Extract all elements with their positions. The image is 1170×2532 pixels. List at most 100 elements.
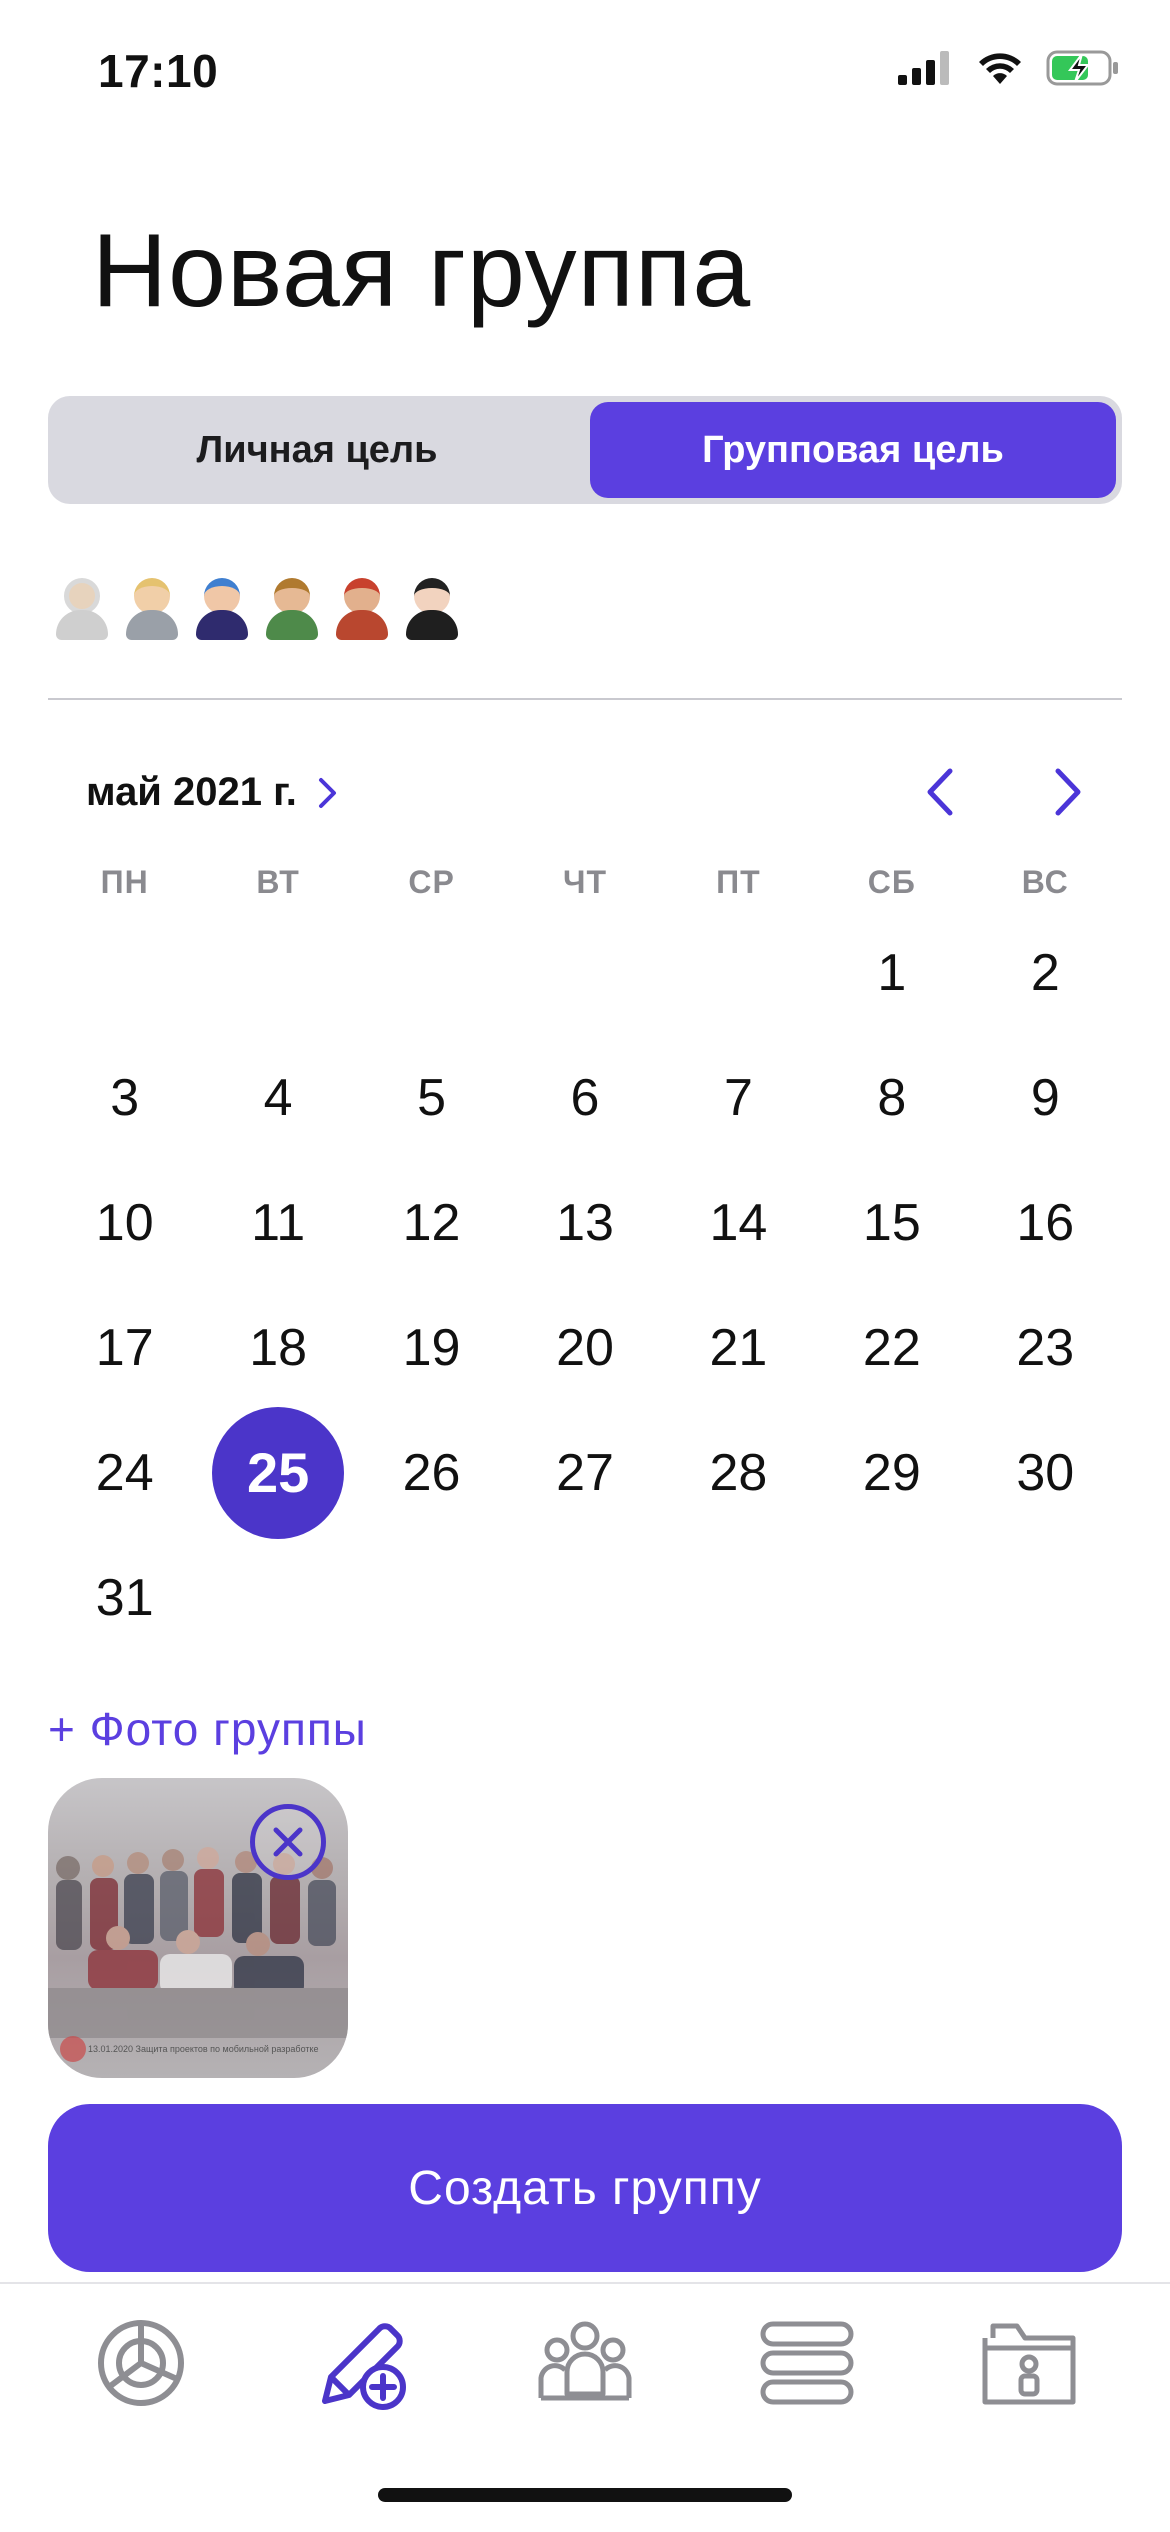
- calendar-day[interactable]: 23: [969, 1285, 1122, 1410]
- woman-avatar-icon[interactable]: [402, 570, 462, 640]
- tabbar-divider: [0, 2282, 1170, 2284]
- calendar-day-number: 8: [877, 1068, 907, 1127]
- calendar-day[interactable]: 24: [48, 1410, 201, 1535]
- calendar-day[interactable]: 4: [201, 1035, 354, 1160]
- screen: 17:10 Новая группа Личная цель Групповая…: [0, 0, 1170, 2532]
- calendar-day-number: 2: [1030, 943, 1060, 1002]
- calendar-day-number: 1: [877, 943, 907, 1002]
- calendar-day[interactable]: 11: [201, 1160, 354, 1285]
- people-group-icon: [538, 2321, 632, 2401]
- calendar-day-number: 19: [402, 1318, 461, 1377]
- calendar-day[interactable]: 22: [815, 1285, 968, 1410]
- tab-create-goal[interactable]: [303, 2308, 423, 2418]
- close-icon: [273, 1827, 303, 1857]
- calendar-day[interactable]: 6: [508, 1035, 661, 1160]
- calendar-day-number: 22: [862, 1318, 921, 1377]
- page-title: Новая группа: [92, 213, 752, 329]
- previous-month-button[interactable]: [918, 762, 962, 822]
- member-avatars: [52, 570, 462, 640]
- calendar-day[interactable]: 16: [969, 1160, 1122, 1285]
- calendar-day-number: 12: [402, 1193, 461, 1252]
- seal-icon: [60, 2036, 86, 2062]
- calendar-day-number: 26: [402, 1443, 461, 1502]
- tab-list[interactable]: [747, 2308, 867, 2418]
- calendar-day[interactable]: 12: [355, 1160, 508, 1285]
- calendar-day[interactable]: 26: [355, 1410, 508, 1535]
- create-group-button[interactable]: Создать группу: [48, 2104, 1122, 2272]
- calendar-day[interactable]: 17: [48, 1285, 201, 1410]
- calendar-day-number: 25: [212, 1406, 345, 1539]
- calendar-month-picker[interactable]: май 2021 г.: [86, 770, 339, 815]
- calendar-day-number: 27: [556, 1443, 614, 1502]
- firefighter-avatar-icon[interactable]: [332, 570, 392, 640]
- calendar-day-number: 7: [723, 1068, 753, 1127]
- farmer-avatar-icon[interactable]: [262, 570, 322, 640]
- calendar-day[interactable]: 7: [662, 1035, 815, 1160]
- calendar-day[interactable]: 31: [48, 1535, 201, 1660]
- chevron-left-icon: [927, 768, 953, 816]
- calendar-day[interactable]: 10: [48, 1160, 201, 1285]
- calendar-day-number: 20: [556, 1318, 614, 1377]
- calendar-day-selected[interactable]: 25: [201, 1406, 354, 1539]
- calendar-day-number: 11: [251, 1193, 306, 1252]
- remove-photo-button[interactable]: [250, 1804, 326, 1880]
- singer-avatar-icon[interactable]: [192, 570, 252, 640]
- calendar-day-number: 21: [709, 1318, 768, 1377]
- next-month-button[interactable]: [1046, 762, 1090, 822]
- calendar-day-number: 23: [1016, 1318, 1075, 1377]
- stack-list-icon: [760, 2321, 854, 2405]
- calendar-day[interactable]: 21: [662, 1285, 815, 1410]
- calendar-day[interactable]: 15: [815, 1160, 968, 1285]
- calendar-day-number: 29: [862, 1443, 921, 1502]
- calendar-weekdays: ПН ВТ СР ЧТ ПТ СБ ВС: [48, 864, 1122, 901]
- calendar-day-number: 5: [417, 1068, 447, 1127]
- status-icons: [898, 50, 1120, 86]
- calendar-day-number: 14: [709, 1193, 768, 1252]
- calendar-day[interactable]: 2: [969, 910, 1122, 1035]
- calendar-day[interactable]: 5: [355, 1035, 508, 1160]
- cellular-signal-icon: [898, 51, 949, 85]
- calendar-day-number: 13: [556, 1193, 614, 1252]
- tab-groups[interactable]: [525, 2308, 645, 2418]
- calendar-day[interactable]: 27: [508, 1410, 661, 1535]
- tab-stats[interactable]: [81, 2308, 201, 2418]
- calendar-day[interactable]: 13: [508, 1160, 661, 1285]
- wifi-icon: [979, 53, 1021, 84]
- calendar-day[interactable]: 8: [815, 1035, 968, 1160]
- empty-day-cell: [201, 910, 354, 1035]
- calendar-day[interactable]: 9: [969, 1035, 1122, 1160]
- technologist-avatar-icon[interactable]: [122, 570, 182, 640]
- calendar-day[interactable]: 3: [48, 1035, 201, 1160]
- empty-day-cell: [662, 910, 815, 1035]
- tab-bar: [0, 2298, 1170, 2428]
- weekday-label: ВС: [1021, 864, 1069, 900]
- home-indicator: [378, 2488, 792, 2502]
- calendar-day[interactable]: 20: [508, 1285, 661, 1410]
- segment-group-goal[interactable]: Групповая цель: [590, 402, 1116, 498]
- empty-day-cell: [48, 910, 201, 1035]
- calendar-day[interactable]: 19: [355, 1285, 508, 1410]
- calendar-day-number: 17: [95, 1318, 154, 1377]
- empty-day-cell: [508, 910, 661, 1035]
- calendar-day-number: 10: [95, 1193, 154, 1252]
- profile-folder-icon: [982, 2323, 1076, 2405]
- calendar-day[interactable]: 14: [662, 1160, 815, 1285]
- calendar-day-number: 15: [862, 1193, 921, 1252]
- chevron-right-icon: [318, 777, 336, 808]
- weekday-label: ПН: [100, 864, 149, 900]
- calendar-day[interactable]: 1: [815, 910, 968, 1035]
- calendar-day-number: 18: [249, 1318, 308, 1377]
- calendar-day[interactable]: 29: [815, 1410, 968, 1535]
- tab-profile[interactable]: [969, 2308, 1089, 2418]
- add-group-photo-link[interactable]: + Фото группы: [48, 1702, 367, 1756]
- astronaut-avatar-icon[interactable]: [52, 570, 112, 640]
- calendar-month-label: май 2021 г.: [86, 770, 297, 814]
- divider: [48, 698, 1122, 700]
- calendar-day[interactable]: 18: [201, 1285, 354, 1410]
- weekday-label: ПТ: [716, 864, 761, 900]
- calendar-day-number: 31: [95, 1568, 154, 1627]
- segment-personal-goal[interactable]: Личная цель: [54, 402, 580, 498]
- goal-type-segmented-control: Личная цель Групповая цель: [48, 396, 1122, 504]
- calendar-day[interactable]: 28: [662, 1410, 815, 1535]
- calendar-day[interactable]: 30: [969, 1410, 1122, 1535]
